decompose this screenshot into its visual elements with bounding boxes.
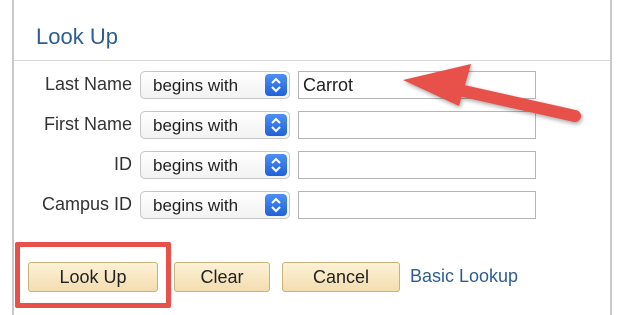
campus-id-operator-value: begins with [153,196,239,215]
first-name-label: First Name [43,114,132,134]
dialog-title: Look Up [36,24,118,49]
id-label: ID [114,154,132,174]
campus-id-label: Campus ID [41,194,132,214]
id-operator-value: begins with [153,156,239,175]
select-stepper-icon [265,114,287,136]
select-stepper-icon [265,194,287,216]
select-stepper-icon [265,154,287,176]
id-input[interactable] [298,151,536,179]
last-name-operator-value: begins with [153,76,239,95]
highlight-box-annotation [15,242,171,308]
red-arrow-annotation [403,64,581,122]
last-name-operator-select[interactable]: begins with [140,71,290,99]
first-name-operator-select[interactable]: begins with [140,111,290,139]
id-operator-select[interactable]: begins with [140,151,290,179]
campus-id-operator-select[interactable]: begins with [140,191,290,219]
select-stepper-icon [265,74,287,96]
first-name-operator-value: begins with [153,116,239,135]
lookup-dialog: Look Up Last Name begins with First Name… [12,0,612,315]
cancel-button[interactable]: Cancel [282,262,400,292]
campus-id-input[interactable] [298,191,536,219]
dialog-header: Look Up [14,14,610,61]
clear-button[interactable]: Clear [174,262,270,292]
last-name-label: Last Name [44,74,132,94]
basic-lookup-link[interactable]: Basic Lookup [410,266,518,287]
